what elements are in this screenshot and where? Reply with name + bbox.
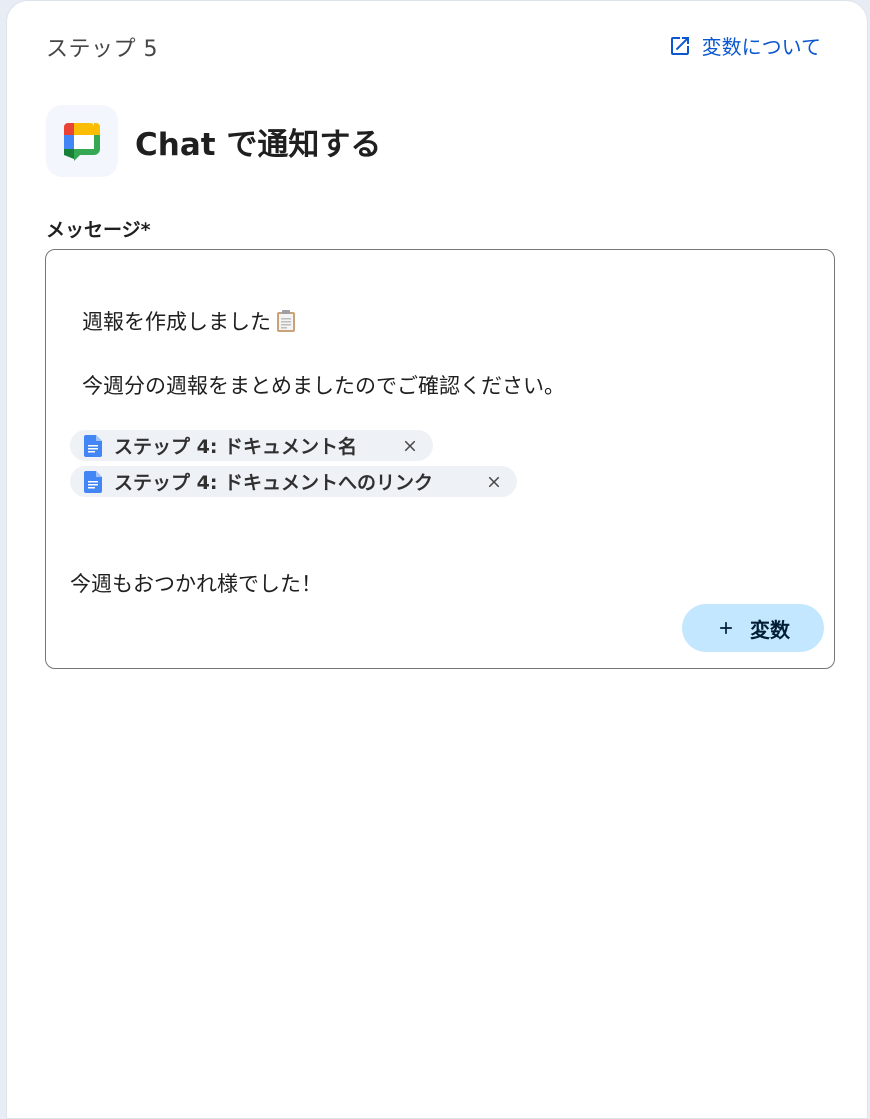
variable-chip-label: ステップ 4: ドキュメント名 bbox=[114, 436, 358, 458]
variable-chip[interactable]: ステップ 4: ドキュメントへのリンク bbox=[70, 466, 517, 497]
google-docs-icon bbox=[84, 434, 102, 457]
message-line-3: 今週もおつかれ様でした！ bbox=[70, 572, 322, 596]
app-icon-container bbox=[46, 105, 118, 177]
message-editor[interactable]: 週報を作成しました 今週分の週報をまとめましたのでご確認ください。 ステップ 4… bbox=[45, 249, 835, 669]
action-title: Chat で通知する bbox=[135, 127, 382, 163]
close-icon[interactable] bbox=[485, 473, 503, 491]
step-panel: ステップ 5 変数について Chat で通知する メッセージ* 週報を作成しまし… bbox=[6, 0, 868, 1119]
variable-chip-label: ステップ 4: ドキュメントへのリンク bbox=[114, 472, 434, 494]
google-docs-icon bbox=[84, 470, 102, 493]
add-variable-button[interactable]: 変数 bbox=[682, 604, 824, 652]
add-variable-label: 変数 bbox=[750, 617, 790, 642]
message-line-2: 今週分の週報をまとめましたのでご確認ください。 bbox=[82, 374, 565, 398]
message-line-1-text: 週報を作成しました bbox=[82, 310, 271, 334]
open-in-new-icon bbox=[670, 36, 689, 55]
clipboard-emoji-icon bbox=[277, 310, 295, 332]
variable-chip[interactable]: ステップ 4: ドキュメント名 bbox=[70, 430, 433, 461]
message-line-1: 週報を作成しました bbox=[82, 306, 297, 336]
about-variables-link[interactable]: 変数について bbox=[668, 31, 821, 60]
close-icon[interactable] bbox=[401, 437, 419, 455]
message-field-label: メッセージ* bbox=[46, 219, 151, 241]
step-label: ステップ 5 bbox=[46, 37, 158, 62]
plus-icon bbox=[720, 622, 732, 634]
google-chat-icon bbox=[64, 123, 100, 161]
about-variables-label: 変数について bbox=[701, 35, 821, 59]
